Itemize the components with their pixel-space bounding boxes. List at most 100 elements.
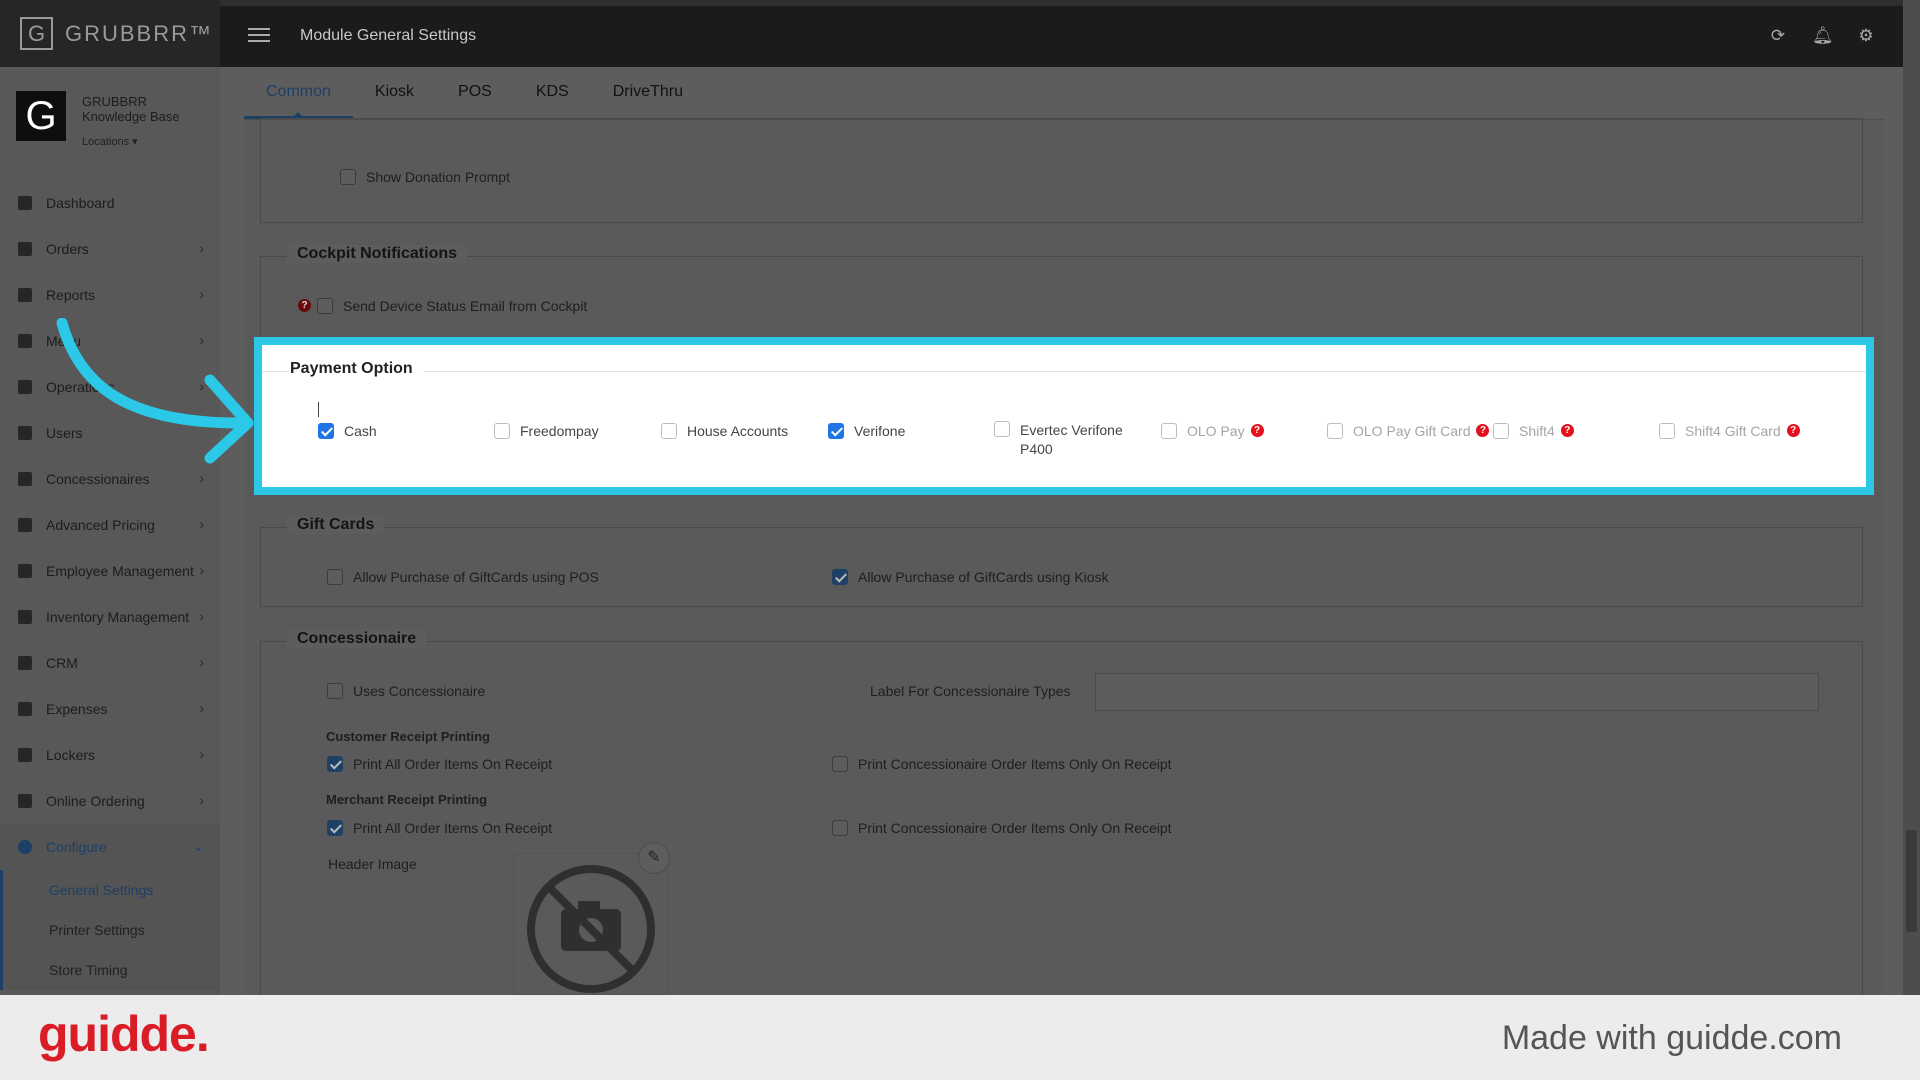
payment-option-olo-pay[interactable]: OLO Pay ? xyxy=(1161,423,1264,439)
payment-option-shift4-gift-card[interactable]: Shift4 Gift Card ? xyxy=(1659,423,1800,439)
chevron-right-icon: › xyxy=(199,654,204,670)
option-label: Print All Order Items On Receipt xyxy=(353,756,553,772)
hamburger-menu-icon[interactable] xyxy=(248,28,270,42)
payment-option-olo-pay-gift-card[interactable]: OLO Pay Gift Card ? xyxy=(1327,423,1490,439)
bell-icon[interactable]: 🔔︎ xyxy=(1812,26,1834,46)
show-donation-prompt-checkbox[interactable] xyxy=(340,169,356,185)
payment-option-verifone[interactable]: Verifone xyxy=(828,423,905,439)
page-scrollbar[interactable] xyxy=(1903,0,1920,995)
tab-pos[interactable]: POS xyxy=(436,67,514,119)
help-icon[interactable]: ? xyxy=(1560,424,1574,437)
chevron-right-icon: › xyxy=(199,516,204,532)
option-label: House Accounts xyxy=(687,423,789,439)
sidebar-item-configure[interactable]: Configure ⌄ xyxy=(0,824,220,870)
send-device-status-email-checkbox[interactable] xyxy=(317,298,333,314)
customer-print-concessionaire-option[interactable]: Print Concessionaire Order Items Only On… xyxy=(832,756,1172,772)
customer-print-concessionaire-checkbox[interactable] xyxy=(832,756,848,772)
edit-image-button[interactable]: ✎ xyxy=(638,842,670,874)
dashboard-icon xyxy=(18,196,32,210)
option-label: Allow Purchase of GiftCards using POS xyxy=(353,569,599,585)
giftcards-pos-checkbox[interactable] xyxy=(327,569,343,585)
chevron-right-icon: › xyxy=(199,700,204,716)
gear-icon[interactable]: ⚙ xyxy=(1856,26,1876,46)
sidebar-subitem-store-timing[interactable]: Store Timing xyxy=(3,950,220,990)
sidebar-item-label: Reports xyxy=(46,287,96,303)
made-with-text: Made with guidde.com xyxy=(1501,1019,1842,1057)
payment-option-shift4[interactable]: Shift4 ? xyxy=(1493,423,1574,439)
freedompay-checkbox[interactable] xyxy=(494,423,510,439)
payment-option-house-accounts[interactable]: House Accounts xyxy=(661,423,788,439)
merchant-print-concessionaire-checkbox[interactable] xyxy=(832,820,848,836)
payment-option-evertec-verifone-p400[interactable]: Evertec Verifone P400 xyxy=(994,421,1134,459)
help-icon[interactable]: ? xyxy=(298,299,311,312)
sidebar: G GRUBBRR Knowledge Base Locations ▾ Das… xyxy=(0,67,220,995)
chevron-right-icon: › xyxy=(199,286,204,302)
option-label: OLO Pay xyxy=(1187,423,1245,439)
refresh-icon[interactable]: ⟳ xyxy=(1768,26,1788,46)
payment-option-section: Payment Option Cash Freedompay House Acc… xyxy=(254,337,1874,495)
help-icon[interactable]: ? xyxy=(1786,424,1800,437)
verifone-checkbox[interactable] xyxy=(828,423,844,439)
scrollbar-thumb[interactable] xyxy=(1906,830,1917,932)
option-label: Uses Concessionaire xyxy=(353,683,486,699)
sidebar-subitem-printer-settings[interactable]: Printer Settings xyxy=(3,910,220,950)
customer-receipt-heading: Customer Receipt Printing xyxy=(326,729,490,744)
uses-concessionaire-checkbox[interactable] xyxy=(327,683,343,699)
payment-option-cash[interactable]: Cash xyxy=(318,423,377,439)
send-device-status-email-option[interactable]: ? Send Device Status Email from Cockpit xyxy=(298,298,587,314)
cog-icon xyxy=(18,840,32,854)
payment-option-freedompay[interactable]: Freedompay xyxy=(494,423,599,439)
option-label: Send Device Status Email from Cockpit xyxy=(343,298,588,314)
sidebar-item-label: Advanced Pricing xyxy=(46,517,155,533)
browser-strip xyxy=(0,0,1903,6)
sidebar-item-expenses[interactable]: Expenses › xyxy=(0,686,220,732)
giftcards-kiosk-option[interactable]: Allow Purchase of GiftCards using Kiosk xyxy=(832,569,1109,585)
tab-kiosk[interactable]: Kiosk xyxy=(353,67,436,119)
sidebar-item-label: Lockers xyxy=(46,747,96,763)
house-accounts-checkbox[interactable] xyxy=(661,423,677,439)
tab-kds[interactable]: KDS xyxy=(514,67,591,119)
sidebar-item-reports[interactable]: Reports › xyxy=(0,272,220,318)
help-icon[interactable]: ? xyxy=(1476,424,1490,437)
sidebar-item-employee-management[interactable]: Employee Management › xyxy=(0,548,220,594)
sidebar-item-crm[interactable]: CRM › xyxy=(0,640,220,686)
cash-checkbox[interactable] xyxy=(318,423,334,439)
olo-pay-gift-card-checkbox xyxy=(1327,423,1343,439)
profile-block: G GRUBBRR Knowledge Base Locations ▾ xyxy=(16,91,216,161)
option-label: Shift4 Gift Card xyxy=(1685,423,1781,439)
sidebar-item-advanced-pricing[interactable]: Advanced Pricing › xyxy=(0,502,220,548)
giftcards-pos-option[interactable]: Allow Purchase of GiftCards using POS xyxy=(327,569,599,585)
sidebar-subitem-general-settings[interactable]: General Settings xyxy=(3,870,220,910)
sidebar-item-dashboard[interactable]: Dashboard xyxy=(0,180,220,226)
sidebar-item-label: Inventory Management xyxy=(46,609,190,625)
chevron-right-icon: › xyxy=(199,792,204,808)
customer-print-all-option[interactable]: Print All Order Items On Receipt xyxy=(327,756,552,772)
sidebar-item-inventory-management[interactable]: Inventory Management › xyxy=(0,594,220,640)
option-label: Show Donation Prompt xyxy=(366,169,510,185)
merchant-print-all-option[interactable]: Print All Order Items On Receipt xyxy=(327,820,552,836)
sidebar-item-lockers[interactable]: Lockers › xyxy=(0,732,220,778)
sidebar-item-online-ordering[interactable]: Online Ordering › xyxy=(0,778,220,824)
app-logo[interactable]: G GRUBBRR™ xyxy=(0,0,220,67)
tab-bar: Common Kiosk POS KDS DriveThru xyxy=(244,67,705,119)
merchant-print-all-checkbox[interactable] xyxy=(327,820,343,836)
sidebar-item-orders[interactable]: Orders › xyxy=(0,226,220,272)
shift4-gift-card-checkbox xyxy=(1659,423,1675,439)
evertec-verifone-p400-checkbox[interactable] xyxy=(994,421,1010,437)
page-title: Module General Settings xyxy=(300,27,477,44)
sidebar-item-label: Concessionaires xyxy=(46,471,150,487)
tab-drivethru[interactable]: DriveThru xyxy=(591,67,705,119)
customer-print-all-checkbox[interactable] xyxy=(327,756,343,772)
locations-dropdown[interactable]: Locations ▾ xyxy=(82,135,138,148)
giftcards-kiosk-checkbox[interactable] xyxy=(832,569,848,585)
uses-concessionaire-option[interactable]: Uses Concessionaire xyxy=(327,683,485,699)
sidebar-nav: Dashboard Orders › Reports › Menu › Operati… xyxy=(0,180,220,990)
sitemap-icon xyxy=(18,610,32,624)
option-label: Print Concessionaire Order Items Only On… xyxy=(858,756,1172,772)
merchant-print-concessionaire-option[interactable]: Print Concessionaire Order Items Only On… xyxy=(832,820,1172,836)
guidde-logo: guidde. xyxy=(38,1006,210,1062)
show-donation-prompt-option[interactable]: Show Donation Prompt xyxy=(340,169,510,185)
help-icon[interactable]: ? xyxy=(1250,424,1264,437)
concessionaire-types-input[interactable] xyxy=(1095,673,1819,711)
tab-common[interactable]: Common xyxy=(244,67,353,119)
